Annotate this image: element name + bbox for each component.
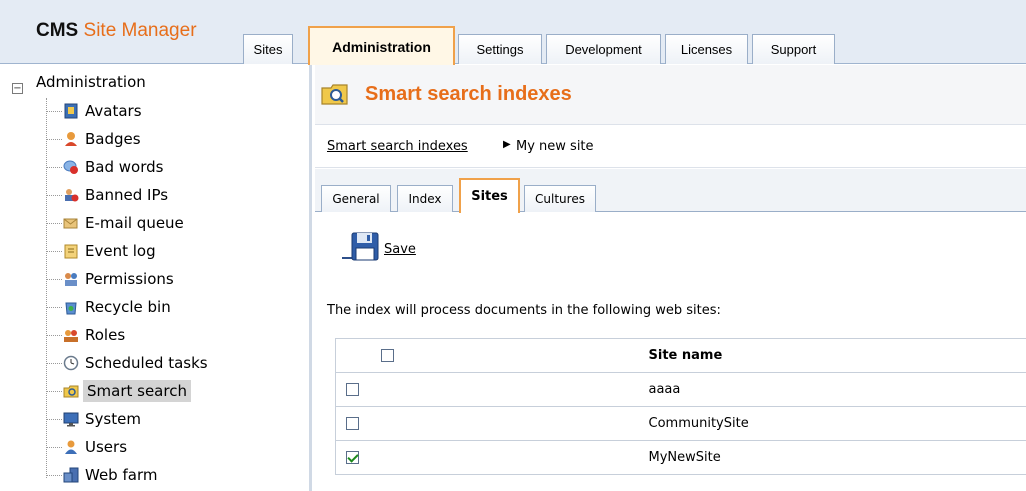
app-logo: CMS Site Manager bbox=[36, 20, 197, 42]
server-icon bbox=[62, 466, 80, 484]
tree-item-web-farm[interactable]: Web farm bbox=[46, 461, 159, 489]
tree-item-label: Smart search bbox=[83, 380, 191, 402]
user-icon bbox=[62, 438, 80, 456]
tree-item-system[interactable]: System bbox=[46, 405, 143, 433]
tree-item-event-log[interactable]: Event log bbox=[46, 237, 158, 265]
tab-sites[interactable]: Sites bbox=[243, 34, 293, 64]
tree-item-label: Avatars bbox=[85, 102, 142, 120]
save-button[interactable]: Save bbox=[342, 231, 416, 267]
tree-item-label: Scheduled tasks bbox=[85, 354, 208, 372]
tree-item-scheduled-tasks[interactable]: Scheduled tasks bbox=[46, 349, 210, 377]
tree-root-administration[interactable]: Administration bbox=[36, 73, 146, 91]
sites-table: Site name aaaa CommunitySite MyNewSite bbox=[335, 338, 1026, 475]
site-name-cell: MyNewSite bbox=[428, 440, 1026, 475]
monitor-icon bbox=[62, 410, 80, 428]
tree-item-permissions[interactable]: Permissions bbox=[46, 265, 176, 293]
tree-item-label: System bbox=[85, 410, 141, 428]
breadcrumb-link-smart-search-indexes[interactable]: Smart search indexes bbox=[327, 139, 468, 154]
badge-icon bbox=[62, 130, 80, 148]
sites-description: The index will process documents in the … bbox=[327, 303, 721, 318]
banned-ip-icon bbox=[62, 186, 80, 204]
tree-item-label: Web farm bbox=[85, 466, 158, 484]
table-row: MyNewSite bbox=[335, 440, 1026, 475]
tab-settings[interactable]: Settings bbox=[458, 34, 542, 64]
row-checkbox-cell bbox=[335, 372, 429, 407]
table-row: aaaa bbox=[335, 372, 1026, 407]
save-label: Save bbox=[384, 241, 416, 257]
tree-item-smart-search[interactable]: Smart search bbox=[46, 377, 191, 405]
tree-item-banned-ips[interactable]: Banned IPs bbox=[46, 181, 170, 209]
tree-item-label: Bad words bbox=[85, 158, 164, 176]
tab-general[interactable]: General bbox=[321, 185, 391, 212]
tree-item-label: Roles bbox=[85, 326, 126, 344]
recycle-bin-icon bbox=[62, 298, 80, 316]
breadcrumb-separator-icon: ▶ bbox=[503, 139, 511, 150]
tree-item-label: Event log bbox=[85, 242, 156, 260]
tab-cultures[interactable]: Cultures bbox=[524, 185, 596, 212]
tree-item-badges[interactable]: Badges bbox=[46, 125, 143, 153]
event-log-icon bbox=[62, 242, 80, 260]
row-checkbox-cell bbox=[335, 406, 429, 441]
tab-administration[interactable]: Administration bbox=[308, 26, 455, 65]
tab-licenses[interactable]: Licenses bbox=[665, 34, 748, 64]
tree-item-email-queue[interactable]: E-mail queue bbox=[46, 209, 186, 237]
page-title: Smart search indexes bbox=[365, 83, 572, 105]
site-name-cell: CommunitySite bbox=[428, 406, 1026, 441]
breadcrumb-current: My new site bbox=[516, 139, 594, 154]
tree-item-recycle-bin[interactable]: Recycle bin bbox=[46, 293, 173, 321]
app-header: CMS Site Manager Sites Administration Se… bbox=[0, 0, 1026, 65]
tree-item-label: Badges bbox=[85, 130, 141, 148]
breadcrumb: Smart search indexes ▶ My new site bbox=[315, 126, 1026, 168]
logo-cms-text: CMS bbox=[36, 20, 79, 41]
avatar-icon bbox=[62, 102, 80, 120]
tree-item-label: Banned IPs bbox=[85, 186, 169, 204]
header-site-name: Site name bbox=[428, 338, 1026, 373]
tab-sites-sub[interactable]: Sites bbox=[459, 178, 520, 213]
save-icon bbox=[342, 231, 380, 267]
tab-support[interactable]: Support bbox=[752, 34, 835, 64]
bad-words-icon bbox=[62, 158, 80, 176]
site-checkbox-communitysite[interactable] bbox=[346, 417, 359, 430]
header-checkbox-cell bbox=[335, 338, 429, 373]
smart-search-icon bbox=[62, 382, 80, 400]
tree-item-roles[interactable]: Roles bbox=[46, 321, 127, 349]
email-queue-icon bbox=[62, 214, 80, 232]
table-header-row: Site name bbox=[335, 338, 1026, 373]
site-name-cell: aaaa bbox=[428, 372, 1026, 407]
row-checkbox-cell bbox=[335, 440, 429, 475]
permissions-icon bbox=[62, 270, 80, 288]
admin-tree: − Administration Avatars Badges Bad word… bbox=[0, 65, 312, 491]
tree-item-users[interactable]: Users bbox=[46, 433, 129, 461]
clock-icon bbox=[62, 354, 80, 372]
site-checkbox-mynewsite[interactable] bbox=[346, 451, 359, 464]
tree-item-label: Users bbox=[85, 438, 128, 456]
tree-item-bad-words[interactable]: Bad words bbox=[46, 153, 165, 181]
logo-site-manager-text: Site Manager bbox=[83, 20, 197, 41]
tree-item-label: Recycle bin bbox=[85, 298, 171, 316]
toolbar: Save bbox=[315, 213, 1026, 273]
main-content: Smart search indexes Smart search indexe… bbox=[315, 65, 1026, 491]
tab-index[interactable]: Index bbox=[397, 185, 453, 212]
table-row: CommunitySite bbox=[335, 406, 1026, 441]
smart-search-folder-icon bbox=[320, 81, 350, 107]
title-bar: Smart search indexes bbox=[315, 65, 1026, 125]
tree-item-label: Permissions bbox=[85, 270, 174, 288]
site-checkbox-aaaa[interactable] bbox=[346, 383, 359, 396]
tab-development[interactable]: Development bbox=[546, 34, 661, 64]
tree-item-label: E-mail queue bbox=[85, 214, 184, 232]
tree-item-avatars[interactable]: Avatars bbox=[46, 97, 144, 125]
sub-tabs: General Index Sites Cultures bbox=[315, 169, 1026, 213]
tree-collapse-toggle[interactable]: − bbox=[12, 83, 23, 94]
select-all-checkbox[interactable] bbox=[380, 349, 394, 362]
roles-icon bbox=[62, 326, 80, 344]
